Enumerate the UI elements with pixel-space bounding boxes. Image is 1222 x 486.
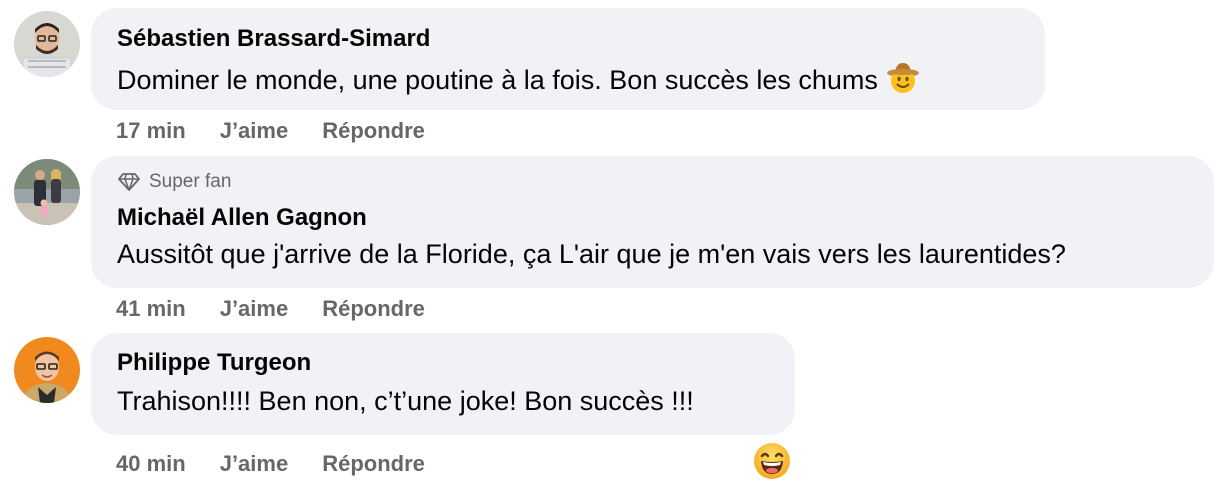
comment-bubble: Sébastien Brassard-Simard Dominer le mon… xyxy=(91,8,1045,110)
comment-text: Dominer le monde, une poutine à la fois.… xyxy=(117,65,878,95)
avatar[interactable] xyxy=(14,337,80,403)
badge-label: Super fan xyxy=(149,171,232,192)
avatar-photo-icon xyxy=(14,11,80,77)
reply-button[interactable]: Répondre xyxy=(322,451,425,477)
diamond-icon xyxy=(118,173,140,191)
avatar[interactable] xyxy=(14,11,80,77)
avatar-photo-icon xyxy=(14,159,80,225)
comment-author[interactable]: Sébastien Brassard-Simard xyxy=(117,25,1019,53)
super-fan-badge: Super fan xyxy=(117,170,1188,194)
avatar[interactable] xyxy=(14,159,80,225)
comment-author[interactable]: Philippe Turgeon xyxy=(117,349,769,377)
comment-actions: 17 min J’aime Répondre xyxy=(116,118,425,144)
like-button[interactable]: J’aime xyxy=(220,118,289,144)
comment-time[interactable]: 41 min xyxy=(116,296,186,322)
avatar-photo-icon xyxy=(14,337,80,403)
comment-actions: 41 min J’aime Répondre xyxy=(116,296,425,322)
comment-time[interactable]: 17 min xyxy=(116,118,186,144)
laughing-face-reaction-icon[interactable] xyxy=(752,441,792,481)
reply-button[interactable]: Répondre xyxy=(322,296,425,322)
comment-text: Trahison!!!! Ben non, c’t’une joke! Bon … xyxy=(117,386,694,416)
comment-bubble: Super fan Michaël Allen Gagnon Aussitôt … xyxy=(91,156,1214,288)
comment-text: Aussitôt que j'arrive de la Floride, ça … xyxy=(117,239,1066,269)
comment-actions: 40 min J’aime Répondre xyxy=(116,451,425,477)
like-button[interactable]: J’aime xyxy=(220,296,289,322)
like-button[interactable]: J’aime xyxy=(220,451,289,477)
comment-author[interactable]: Michaël Allen Gagnon xyxy=(117,204,1188,232)
reply-button[interactable]: Répondre xyxy=(322,118,425,144)
comment-bubble: Philippe Turgeon Trahison!!!! Ben non, c… xyxy=(91,333,795,435)
cowboy-hat-face-emoji-icon xyxy=(886,61,920,95)
comment-text-row: Dominer le monde, une poutine à la fois.… xyxy=(117,61,1019,96)
comment-time[interactable]: 40 min xyxy=(116,451,186,477)
